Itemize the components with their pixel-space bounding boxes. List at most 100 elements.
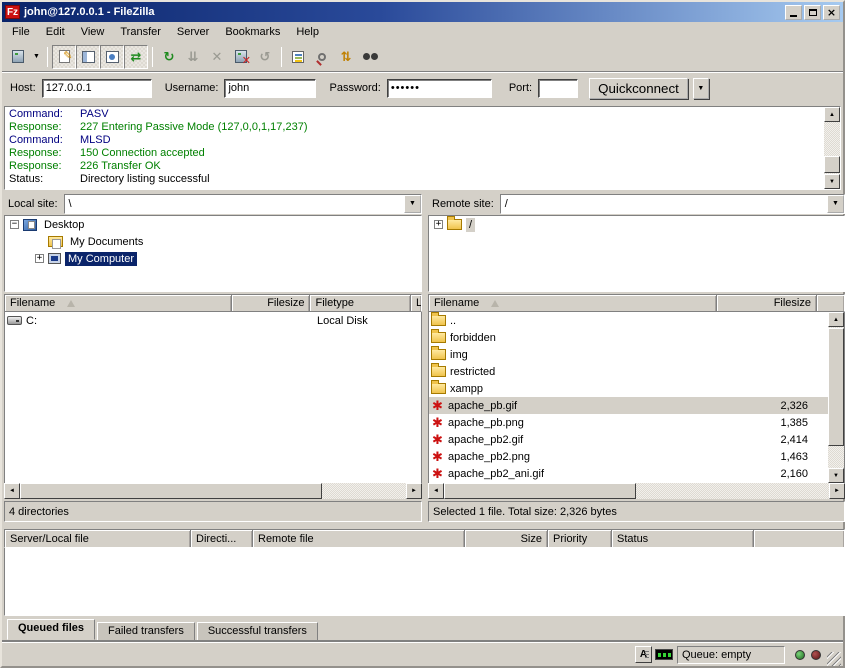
column-label: Filesize	[267, 297, 304, 309]
directory-row[interactable]: restricted	[429, 363, 844, 380]
process-queue-button[interactable]: ⇊	[181, 45, 205, 69]
toggle-message-log-button[interactable]	[52, 45, 76, 69]
scrollbar-thumb[interactable]	[20, 483, 322, 499]
tab-failed-transfers[interactable]: Failed transfers	[97, 622, 195, 640]
chevron-down-icon[interactable]: ▼	[827, 195, 844, 213]
column-header-size[interactable]: Size	[465, 530, 548, 547]
file-name: apache_pb2_ani.gif	[448, 468, 544, 480]
site-manager-button[interactable]	[6, 45, 30, 69]
column-header-priority[interactable]: Priority	[548, 530, 612, 547]
quickconnect-dropdown[interactable]: ▼	[693, 78, 709, 99]
tree-item-my-computer[interactable]: + My Computer	[5, 250, 421, 267]
file-row-selected[interactable]: ✱apache_pb.gif2,326	[429, 397, 844, 414]
toggle-transfer-queue-button[interactable]: ⇄	[124, 45, 148, 69]
directory-row[interactable]: img	[429, 346, 844, 363]
disconnect-button[interactable]: ✕	[229, 45, 253, 69]
synchronized-browsing-button[interactable]: ⇅	[334, 45, 358, 69]
log-label: Response:	[6, 147, 80, 160]
file-row[interactable]: ✱apache_pb2_ani.gif2,160	[429, 465, 844, 482]
directory-listing-filters-button[interactable]	[286, 45, 310, 69]
transfer-queue-list[interactable]	[4, 548, 845, 616]
menu-item-view[interactable]: View	[73, 23, 113, 41]
port-input[interactable]	[538, 79, 578, 98]
remote-hscrollbar[interactable]: ◄ ►	[428, 483, 845, 499]
my-computer-icon	[48, 253, 61, 264]
resize-grip-icon[interactable]	[827, 652, 841, 666]
file-row[interactable]: ✱apache_pb2.gif2,414	[429, 431, 844, 448]
column-header-remote-file[interactable]: Remote file	[253, 530, 465, 547]
tab-queued-files[interactable]: Queued files	[7, 619, 95, 640]
menu-item-file[interactable]: File	[4, 23, 38, 41]
column-header-filetype[interactable]: Filetype	[310, 295, 411, 311]
remote-site-combobox[interactable]: / ▼	[500, 194, 845, 214]
directory-comparison-button[interactable]	[310, 45, 334, 69]
menu-item-bookmarks[interactable]: Bookmarks	[217, 23, 288, 41]
site-manager-dropdown[interactable]: ▼	[30, 45, 43, 69]
toggle-remote-tree-button[interactable]	[100, 45, 124, 69]
host-input[interactable]	[42, 79, 152, 98]
quickconnect-button[interactable]: Quickconnect	[589, 78, 688, 99]
file-row[interactable]: ✱apache_pb2.png1,463	[429, 448, 844, 465]
column-header-direction[interactable]: Directi...	[191, 530, 253, 547]
toggle-local-tree-button[interactable]	[76, 45, 100, 69]
column-header-filesize[interactable]: Filesize	[232, 295, 311, 311]
scroll-left-button[interactable]: ◄	[428, 483, 444, 499]
log-line: Command:MLSD	[6, 134, 823, 147]
scroll-left-button[interactable]: ◄	[4, 483, 20, 499]
tree-item-desktop[interactable]: − Desktop	[5, 216, 421, 233]
local-tree-icon	[82, 51, 95, 63]
menu-item-help[interactable]: Help	[288, 23, 327, 41]
remote-list-scrollbar[interactable]: ▲ ▼	[828, 312, 844, 483]
reconnect-button[interactable]: ↺	[253, 45, 277, 69]
tree-item-root[interactable]: + /	[429, 216, 844, 233]
password-input[interactable]	[387, 79, 492, 98]
tab-successful-transfers[interactable]: Successful transfers	[197, 622, 318, 640]
expand-icon[interactable]: +	[35, 254, 44, 263]
file-size: 2,414	[717, 434, 814, 446]
maximize-button[interactable]	[804, 5, 821, 20]
local-site-combobox[interactable]: \ ▼	[64, 194, 422, 214]
column-header-last-modified[interactable]: L	[411, 295, 421, 311]
folder-icon	[431, 332, 446, 343]
scroll-up-button[interactable]: ▲	[828, 312, 844, 327]
file-name: apache_pb2.gif	[448, 434, 523, 446]
log-scrollbar[interactable]: ▲ ▼	[824, 107, 840, 189]
log-text: 226 Transfer OK	[80, 160, 161, 173]
file-row[interactable]: ✱apache_pb.png1,385	[429, 414, 844, 431]
column-header-filesize[interactable]: Filesize	[717, 295, 817, 311]
directory-row[interactable]: xampp	[429, 380, 844, 397]
column-header-server-local-file[interactable]: Server/Local file	[5, 530, 191, 547]
collapse-icon[interactable]: −	[10, 220, 19, 229]
menubar: File Edit View Transfer Server Bookmarks…	[2, 22, 843, 42]
menu-item-transfer[interactable]: Transfer	[112, 23, 169, 41]
local-hscrollbar[interactable]: ◄ ►	[4, 483, 422, 499]
menu-item-server[interactable]: Server	[169, 23, 217, 41]
scroll-down-button[interactable]: ▼	[828, 468, 844, 483]
scroll-right-button[interactable]: ►	[406, 483, 422, 499]
scrollbar-thumb[interactable]	[824, 156, 840, 173]
column-header-filename[interactable]: Filename	[429, 295, 717, 311]
directory-row[interactable]: forbidden	[429, 329, 844, 346]
message-log-icon	[59, 50, 70, 63]
expand-icon[interactable]: +	[434, 220, 443, 229]
column-header-filename[interactable]: Filename	[5, 295, 232, 311]
menu-item-edit[interactable]: Edit	[38, 23, 73, 41]
chevron-down-icon[interactable]: ▼	[404, 195, 421, 213]
scrollbar-thumb[interactable]	[828, 328, 844, 446]
tree-item-my-documents[interactable]: My Documents	[5, 233, 421, 250]
scroll-down-button[interactable]: ▼	[824, 174, 840, 189]
close-button[interactable]: ×	[823, 5, 840, 20]
file-row[interactable]: C: Local Disk	[5, 312, 421, 329]
cancel-button[interactable]: ✕	[205, 45, 229, 69]
column-header-status[interactable]: Status	[612, 530, 754, 547]
log-text: Directory listing successful	[80, 173, 210, 186]
minimize-button[interactable]	[785, 5, 802, 20]
find-files-button[interactable]	[358, 45, 382, 69]
scroll-right-button[interactable]: ►	[829, 483, 845, 499]
directory-row[interactable]: ..	[429, 312, 844, 329]
folder-icon	[431, 315, 446, 326]
refresh-button[interactable]: ↻	[157, 45, 181, 69]
scroll-up-button[interactable]: ▲	[824, 107, 840, 122]
username-input[interactable]	[224, 79, 316, 98]
scrollbar-thumb[interactable]	[444, 483, 636, 499]
